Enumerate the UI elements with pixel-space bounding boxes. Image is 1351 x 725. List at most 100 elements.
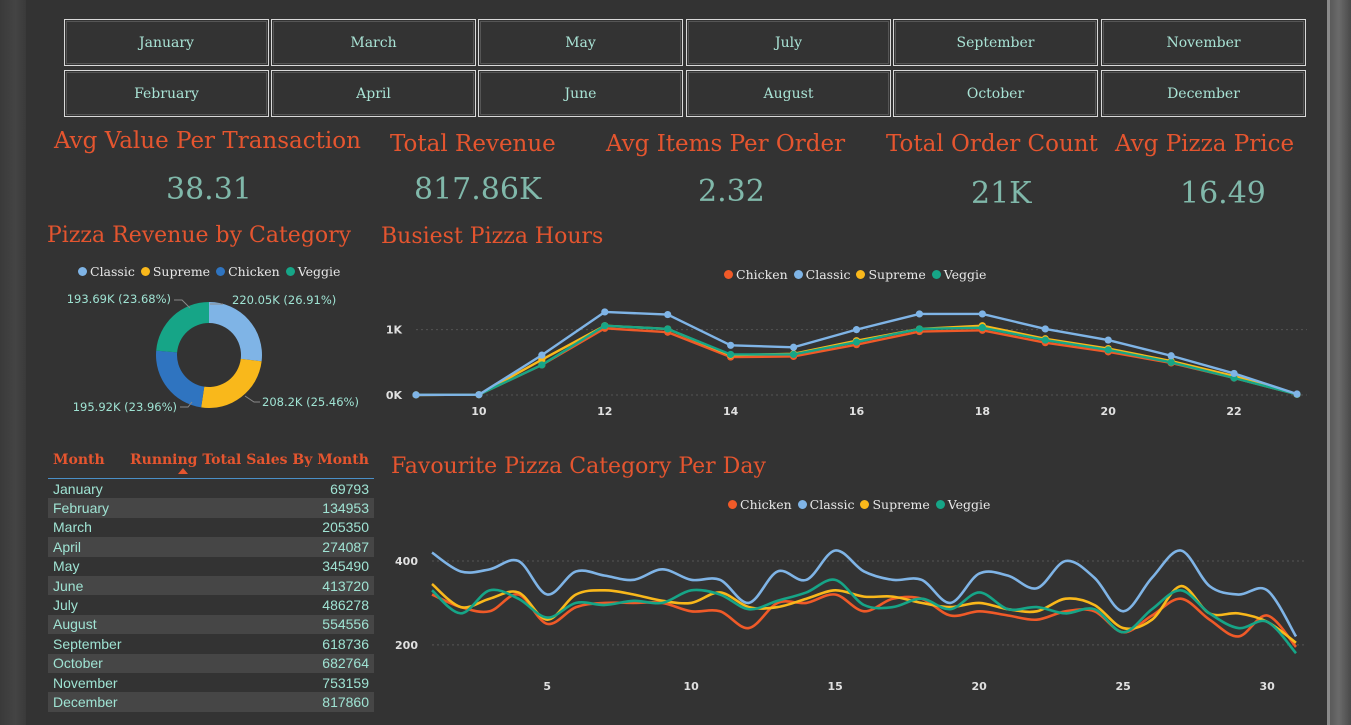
legend-veggie[interactable]: Veggie — [285, 264, 340, 279]
series-line-classic[interactable] — [431, 549, 1298, 638]
slicer-april[interactable]: April — [271, 70, 476, 117]
data-point-veggie[interactable] — [1104, 346, 1112, 354]
data-point-classic[interactable] — [789, 343, 798, 351]
cell-running-total: 134953 — [322, 500, 369, 517]
donut-chart[interactable]: 220.05K (26.91%) 208.2K (25.46%) 195.92K (… — [40, 280, 380, 430]
data-point-veggie[interactable] — [915, 325, 924, 333]
kpi-avg-items: 2.32 — [698, 174, 765, 209]
slicer-october[interactable]: October — [893, 70, 1098, 117]
cell-running-total: 682764 — [322, 655, 369, 672]
col-month[interactable]: Month — [53, 452, 105, 468]
data-point-veggie[interactable] — [852, 338, 861, 346]
table-row[interactable]: March 205350 — [48, 518, 374, 537]
cell-month: April — [53, 538, 82, 555]
data-point-classic[interactable] — [915, 310, 924, 318]
slicer-february[interactable]: February — [64, 70, 269, 117]
slicer-august[interactable]: August — [686, 70, 891, 117]
x-tick-label: 5 — [543, 680, 551, 693]
series-line-classic[interactable] — [415, 310, 1298, 397]
data-point-classic[interactable] — [601, 308, 609, 316]
data-point-veggie[interactable] — [601, 322, 609, 330]
x-tick-label: 30 — [1260, 680, 1276, 693]
table-row[interactable]: August 554556 — [48, 614, 374, 635]
hours-legend: Chicken Classic Supreme Veggie — [724, 267, 986, 282]
data-point-classic[interactable] — [1167, 352, 1175, 360]
series-line-veggie[interactable] — [415, 324, 1298, 397]
table-row[interactable]: September 618736 — [48, 634, 374, 653]
donut-slice-chicken[interactable] — [156, 350, 205, 408]
table-row[interactable]: January 69793 — [48, 479, 374, 498]
slicer-january[interactable]: January — [64, 19, 269, 66]
x-tick-label: 10 — [684, 680, 700, 693]
table-row[interactable]: February 134953 — [48, 498, 374, 518]
cell-running-total: 69793 — [330, 480, 369, 497]
legend-supreme[interactable]: Supreme — [140, 264, 210, 279]
slicer-march[interactable]: March — [271, 19, 476, 66]
donut-slice-veggie[interactable] — [156, 302, 209, 353]
table-row[interactable]: December 817860 — [48, 692, 374, 712]
x-tick-label: 20 — [972, 680, 988, 693]
days-line-chart[interactable]: 400 200 5 10 15 20 25 30 — [370, 520, 1320, 705]
table-row[interactable]: April 274087 — [48, 537, 374, 557]
table-row[interactable]: November 753159 — [48, 673, 374, 692]
slicer-november[interactable]: November — [1101, 19, 1306, 66]
table-row[interactable]: July 486278 — [48, 595, 374, 614]
slicer-july[interactable]: July — [686, 19, 891, 66]
x-tick-label: 16 — [849, 405, 865, 418]
slicer-december[interactable]: December — [1101, 70, 1306, 117]
cell-month: September — [53, 635, 122, 652]
legend-chicken[interactable]: Chicken — [724, 267, 788, 282]
cell-running-total: 486278 — [322, 597, 369, 614]
cell-running-total: 753159 — [322, 674, 369, 691]
data-point-veggie[interactable] — [664, 325, 672, 333]
legend-veggie[interactable]: Veggie — [935, 497, 990, 512]
donut-label: 208.2K (25.46%) — [262, 395, 359, 409]
cell-month: June — [53, 577, 84, 594]
data-point-classic[interactable] — [1230, 369, 1238, 378]
y-tick-label: 1K — [386, 324, 403, 337]
kpi-avg-value-title: Avg Value Per Transaction — [54, 128, 361, 154]
data-point-veggie[interactable] — [1167, 358, 1175, 366]
table-row[interactable]: June 413720 — [48, 575, 374, 596]
data-point-veggie[interactable] — [978, 324, 986, 332]
table-row[interactable]: October 682764 — [48, 653, 374, 673]
kpi-total-orders-title: Total Order Count — [886, 131, 1098, 157]
data-point-classic[interactable] — [1104, 336, 1112, 344]
data-point-classic[interactable] — [538, 351, 546, 359]
data-point-veggie[interactable] — [789, 350, 798, 359]
legend-veggie[interactable]: Veggie — [931, 267, 986, 282]
legend-chicken[interactable]: Chicken — [728, 497, 792, 512]
data-point-classic[interactable] — [978, 310, 986, 318]
donut-slice-classic[interactable] — [209, 302, 262, 362]
data-point-classic[interactable] — [664, 310, 672, 319]
slicer-may[interactable]: May — [478, 19, 683, 66]
legend-classic[interactable]: Classic — [793, 267, 850, 282]
x-tick-label: 10 — [471, 405, 487, 418]
data-point-veggie[interactable] — [538, 361, 546, 369]
x-tick-label: 20 — [1101, 405, 1117, 418]
slicer-june[interactable]: June — [478, 70, 683, 117]
data-point-classic[interactable] — [412, 391, 420, 399]
x-tick-label: 12 — [597, 405, 612, 418]
data-point-classic[interactable] — [1293, 390, 1301, 398]
legend-supreme[interactable]: Supreme — [856, 267, 926, 282]
cell-running-total: 345490 — [322, 558, 369, 575]
col-running-total[interactable]: Running Total Sales By Month — [130, 452, 369, 468]
data-point-veggie[interactable] — [727, 350, 735, 359]
legend-chicken[interactable]: Chicken — [216, 264, 280, 279]
x-tick-label: 22 — [1226, 405, 1241, 418]
data-point-classic[interactable] — [475, 391, 483, 399]
x-tick-label: 14 — [723, 405, 739, 418]
data-point-classic[interactable] — [727, 341, 735, 349]
days-title: Favourite Pizza Category Per Day — [391, 454, 766, 479]
legend-classic[interactable]: Classic — [797, 497, 854, 512]
data-point-classic[interactable] — [1041, 325, 1049, 333]
data-point-veggie[interactable] — [1041, 336, 1049, 344]
slicer-september[interactable]: September — [893, 19, 1098, 66]
series-line-supreme[interactable] — [431, 583, 1297, 644]
data-point-classic[interactable] — [852, 326, 861, 334]
hours-line-chart[interactable]: 1K 0K 10 12 14 16 18 20 22 — [370, 290, 1320, 425]
legend-supreme[interactable]: Supreme — [860, 497, 930, 512]
table-row[interactable]: May 345490 — [48, 557, 374, 576]
legend-classic[interactable]: Classic — [78, 264, 135, 279]
